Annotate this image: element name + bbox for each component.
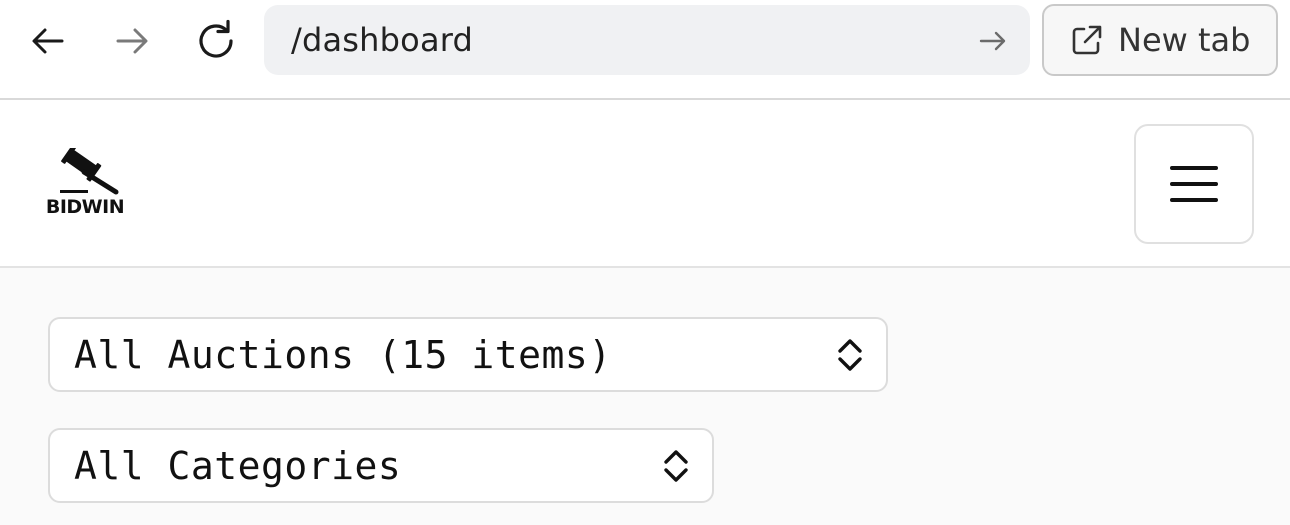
chevron-up-down-icon xyxy=(838,339,862,371)
arrow-left-icon xyxy=(32,28,64,54)
auctions-filter-select[interactable]: All Auctions (15 items) xyxy=(48,317,888,392)
reload-icon xyxy=(199,19,233,58)
categories-filter-select[interactable]: All Categories xyxy=(48,428,714,503)
back-button[interactable] xyxy=(19,12,77,70)
go-arrow-icon[interactable] xyxy=(978,26,1008,56)
url-text: /dashboard xyxy=(291,21,474,59)
logo-text: BIDWIN xyxy=(45,196,125,218)
forward-button[interactable] xyxy=(103,12,161,70)
menu-button[interactable] xyxy=(1134,124,1254,244)
browser-toolbar: /dashboard New tab xyxy=(0,0,1290,100)
chevron-up-down-icon xyxy=(664,450,688,482)
bidwin-logo[interactable]: BIDWIN xyxy=(44,148,126,222)
new-tab-button[interactable]: New tab xyxy=(1042,4,1278,76)
reload-button[interactable] xyxy=(187,12,245,70)
arrow-right-icon xyxy=(116,28,148,54)
external-link-icon xyxy=(1072,25,1102,55)
new-tab-label: New tab xyxy=(1118,21,1251,59)
app-header: BIDWIN xyxy=(0,100,1290,268)
categories-filter-value: All Categories xyxy=(74,443,402,488)
hamburger-menu-icon xyxy=(1170,166,1218,202)
address-bar[interactable]: /dashboard xyxy=(264,5,1030,75)
dashboard-content: All Auctions (15 items) All Categories xyxy=(0,268,1290,525)
gavel-icon xyxy=(60,148,119,195)
auctions-filter-value: All Auctions (15 items) xyxy=(74,332,612,377)
